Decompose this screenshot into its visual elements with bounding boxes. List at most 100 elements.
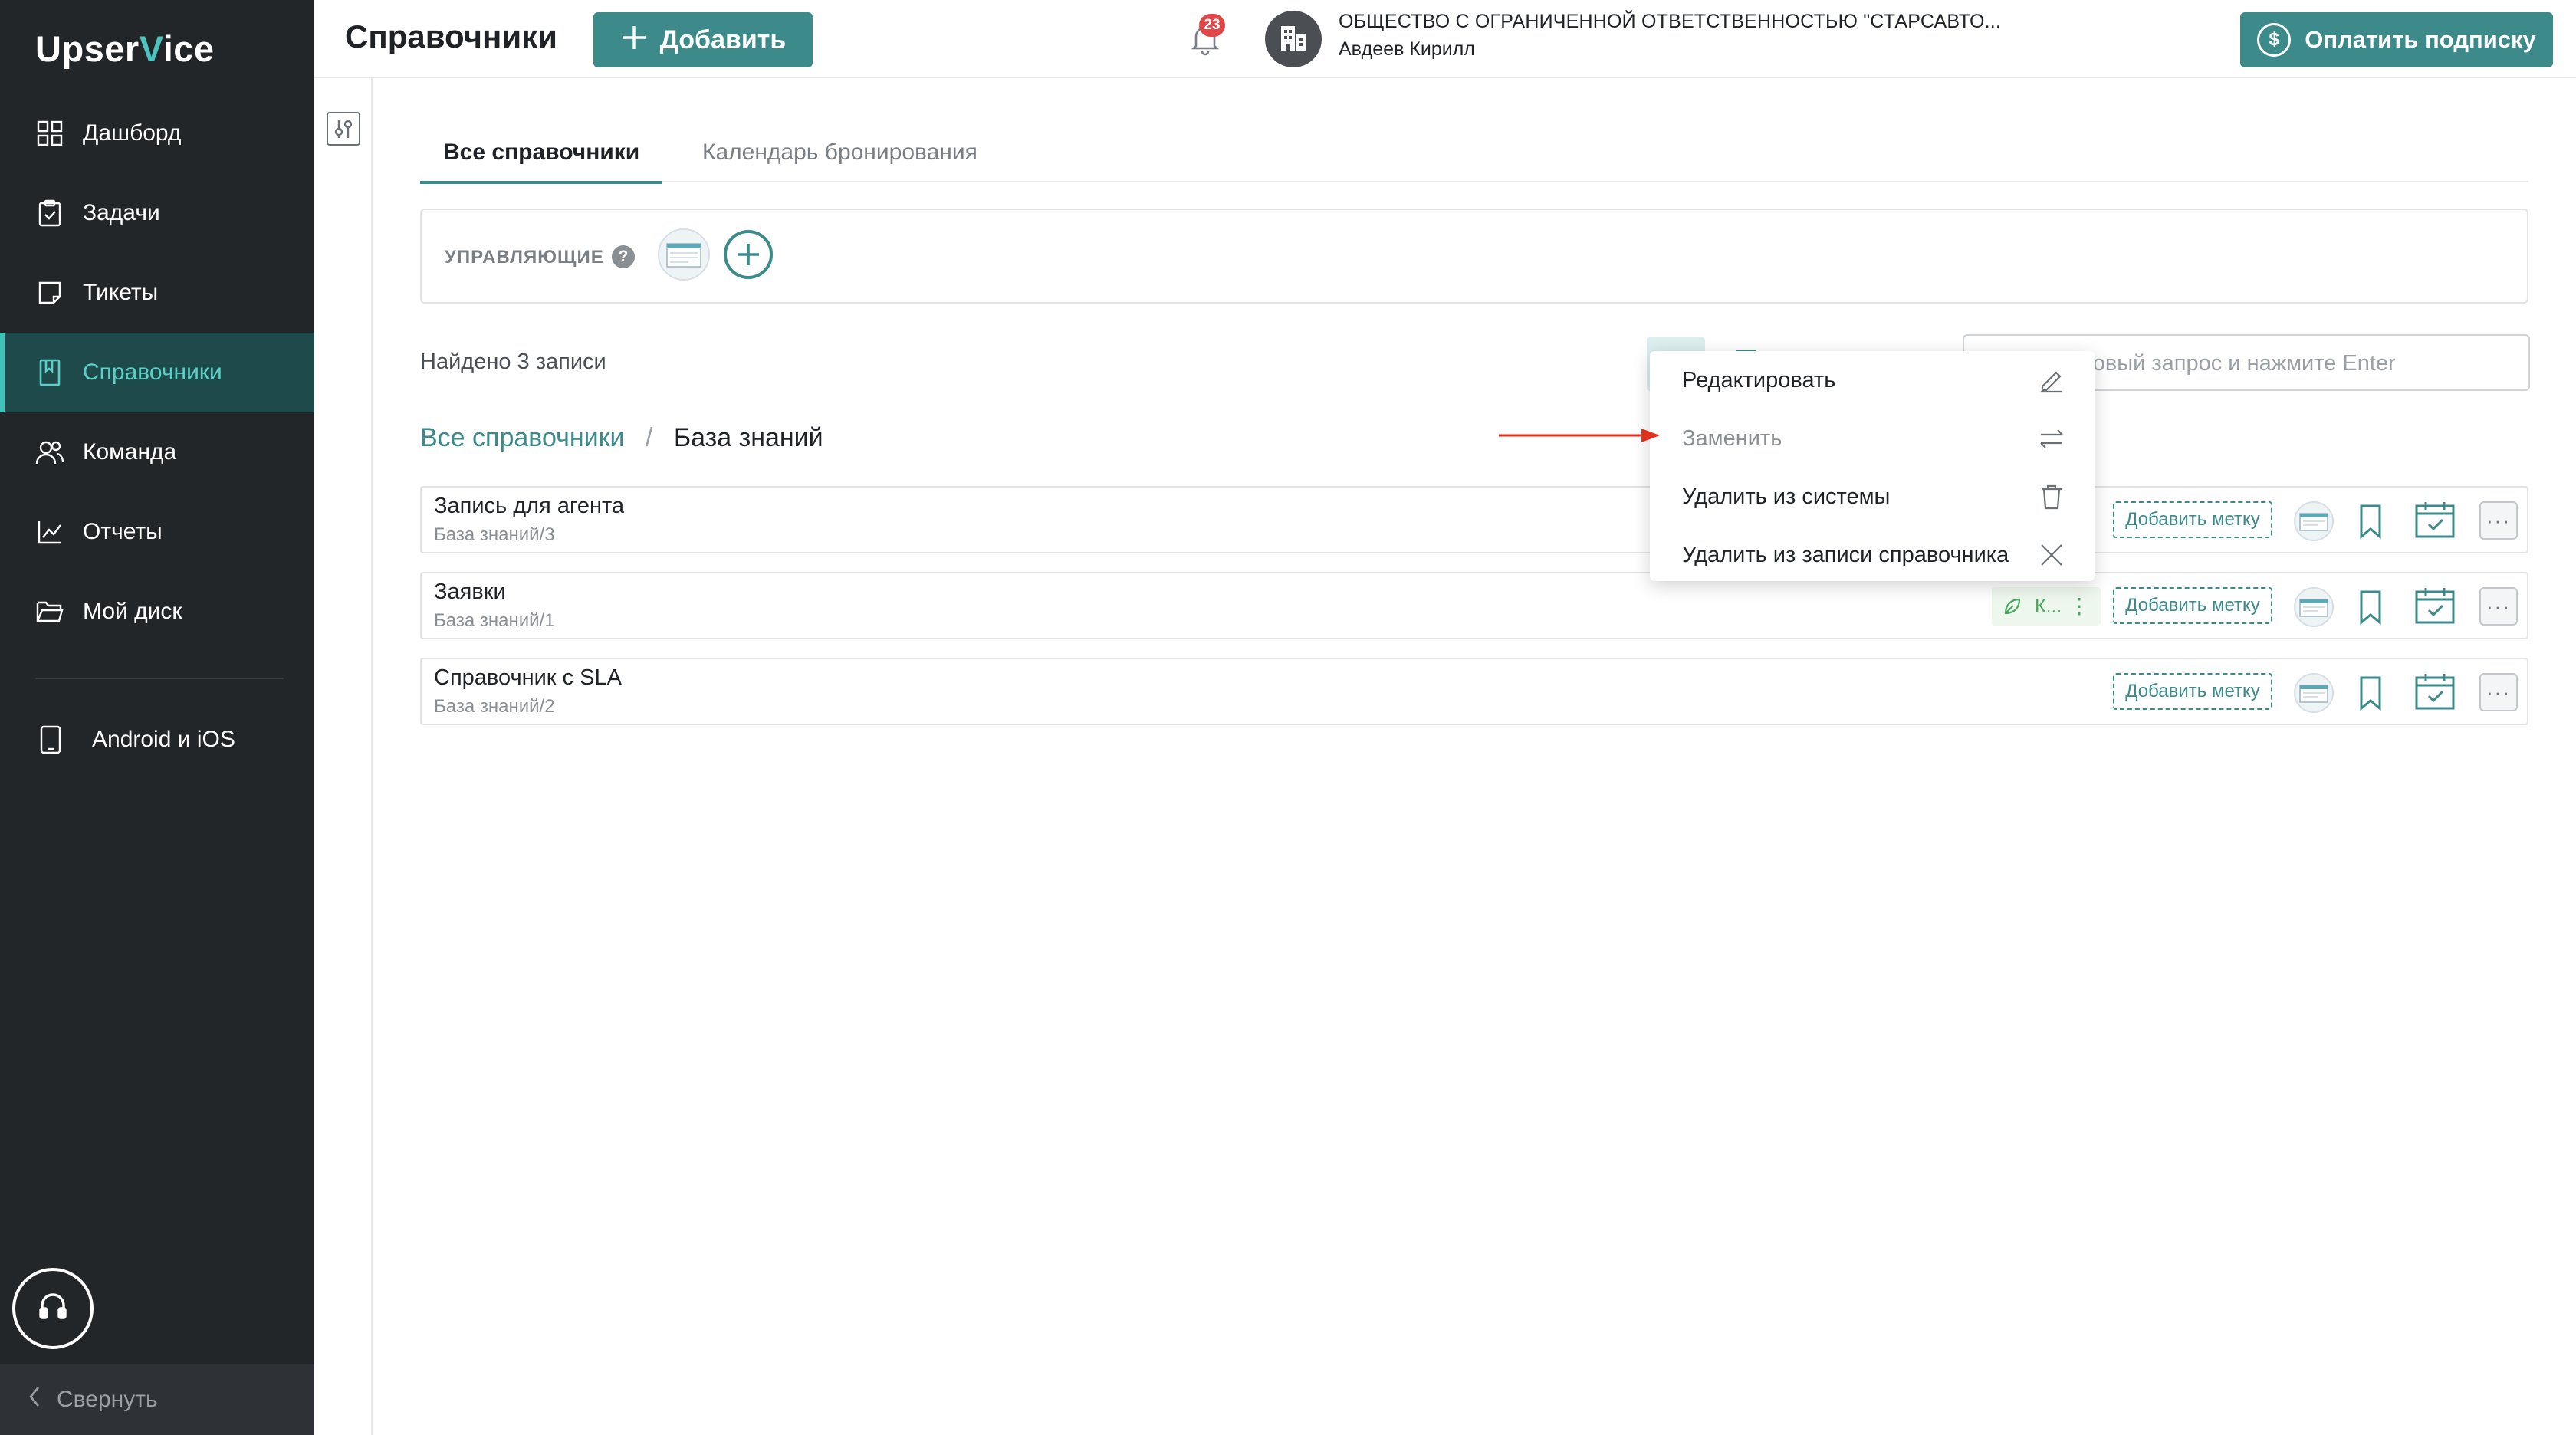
row-title[interactable]: Заявки bbox=[434, 580, 506, 605]
category-chip-label: К... bbox=[2035, 595, 2062, 617]
help-icon[interactable]: ? bbox=[612, 245, 635, 268]
sidebar-item-label: Дашборд bbox=[83, 120, 182, 146]
leaf-icon bbox=[2003, 596, 2022, 616]
filter-panel bbox=[314, 78, 373, 1435]
calendar-check-icon[interactable] bbox=[2413, 500, 2456, 540]
add-tag-button[interactable]: Добавить метку bbox=[2113, 673, 2272, 710]
collapse-sidebar-button[interactable]: Свернуть bbox=[0, 1364, 314, 1435]
table-row[interactable]: Заявки База знаний/1 К... ⋮ Добавить мет… bbox=[420, 572, 2528, 639]
add-manager-button[interactable] bbox=[724, 230, 773, 279]
sidebar-item-label: Задачи bbox=[83, 200, 160, 225]
directory-icon bbox=[35, 358, 64, 387]
menu-item-delete-record[interactable]: Удалить из записи справочника bbox=[1682, 532, 2065, 578]
managers-label: УПРАВЛЯЮЩИЕ bbox=[445, 247, 604, 268]
top-header: Справочники Добавить 23 ОБЩЕСТВО С ОГРАН… bbox=[314, 0, 2576, 78]
menu-item-edit[interactable]: Редактировать bbox=[1682, 357, 2065, 403]
swap-icon bbox=[2038, 425, 2065, 452]
menu-item-label: Удалить из записи справочника bbox=[1682, 542, 2009, 567]
more-actions-button[interactable]: ··· bbox=[2479, 501, 2518, 540]
table-row[interactable]: Запись для агента База знаний/3 Добавить… bbox=[420, 486, 2528, 553]
tab-booking-calendar[interactable]: Календарь бронирования bbox=[679, 140, 1001, 181]
breadcrumb-root-link[interactable]: Все справочники bbox=[420, 423, 624, 452]
add-tag-button[interactable]: Добавить метку bbox=[2113, 587, 2272, 624]
tasks-icon bbox=[35, 199, 64, 228]
mobile-apps-label: Android и iOS bbox=[92, 727, 235, 752]
notification-badge: 23 bbox=[1199, 14, 1225, 37]
add-button[interactable]: Добавить bbox=[593, 12, 813, 67]
menu-item-delete-system[interactable]: Удалить из системы bbox=[1682, 474, 2065, 520]
sidebar-nav: Дашборд Задачи Тикеты Справочники Команд… bbox=[0, 94, 314, 652]
assignee-avatar[interactable] bbox=[2294, 673, 2334, 713]
dashboard-icon bbox=[35, 119, 64, 148]
headset-icon bbox=[36, 1290, 70, 1328]
building-icon bbox=[1278, 23, 1309, 56]
team-icon bbox=[35, 438, 64, 467]
tab-all-directories[interactable]: Все справочники bbox=[420, 140, 663, 184]
page-title: Справочники bbox=[345, 18, 557, 54]
support-button[interactable] bbox=[12, 1268, 94, 1349]
category-chip[interactable]: К... ⋮ bbox=[1992, 587, 2101, 626]
calendar-check-icon[interactable] bbox=[2413, 586, 2456, 626]
calendar-check-icon[interactable] bbox=[2413, 672, 2456, 711]
breadcrumb-separator: / bbox=[645, 423, 653, 452]
pencil-icon bbox=[2038, 366, 2065, 394]
manager-avatar[interactable] bbox=[658, 228, 710, 281]
sidebar-item-mobile-apps[interactable]: Android и iOS bbox=[35, 713, 235, 767]
phone-icon bbox=[40, 725, 69, 754]
menu-item-label: Редактировать bbox=[1682, 367, 1836, 392]
folder-icon bbox=[35, 597, 64, 626]
managers-panel: УПРАВЛЯЮЩИЕ ? bbox=[420, 209, 2528, 304]
sidebar-item-team[interactable]: Команда bbox=[0, 412, 314, 492]
app-logo[interactable]: UpserVice bbox=[35, 28, 215, 70]
dollar-icon: $ bbox=[2257, 23, 2292, 57]
sidebar-item-tasks[interactable]: Задачи bbox=[0, 173, 314, 253]
trash-icon bbox=[2038, 483, 2065, 511]
organization-name[interactable]: ОБЩЕСТВО С ОГРАНИЧЕННОЙ ОТВЕТСТВЕННОСТЬЮ… bbox=[1339, 11, 2001, 33]
bookmark-icon[interactable] bbox=[2354, 589, 2387, 626]
annotation-arrow bbox=[1499, 426, 1663, 445]
tickets-icon bbox=[35, 278, 64, 307]
chevron-left-icon bbox=[28, 1386, 41, 1414]
row-title[interactable]: Справочник с SLA bbox=[434, 665, 622, 691]
bookmark-icon[interactable] bbox=[2354, 675, 2387, 711]
table-row[interactable]: Справочник с SLA База знаний/2 Добавить … bbox=[420, 658, 2528, 725]
organization-avatar[interactable] bbox=[1265, 11, 1322, 67]
context-menu: Редактировать Заменить Удалить из систем… bbox=[1650, 351, 2095, 581]
breadcrumb-current: База знаний bbox=[673, 423, 823, 452]
sidebar-item-directories[interactable]: Справочники bbox=[0, 333, 314, 412]
reports-icon bbox=[35, 517, 64, 547]
row-subtitle: База знаний/1 bbox=[434, 610, 555, 631]
add-button-label: Добавить bbox=[659, 25, 787, 54]
sidebar-item-label: Мой диск bbox=[83, 599, 182, 624]
logo-suffix: ice bbox=[163, 28, 215, 69]
sidebar-item-label: Команда bbox=[83, 439, 177, 465]
sidebar-item-disk[interactable]: Мой диск bbox=[0, 572, 314, 652]
chip-menu-icon[interactable]: ⋮ bbox=[2068, 593, 2090, 619]
pay-subscription-button[interactable]: $ Оплатить подписку bbox=[2240, 12, 2553, 67]
more-actions-button[interactable]: ··· bbox=[2479, 587, 2518, 626]
sidebar-item-dashboard[interactable]: Дашборд bbox=[0, 94, 314, 173]
assignee-avatar[interactable] bbox=[2294, 501, 2334, 541]
filter-toggle-button[interactable] bbox=[327, 112, 360, 146]
logo-prefix: Upser bbox=[35, 28, 140, 69]
sidebar-item-tickets[interactable]: Тикеты bbox=[0, 253, 314, 333]
sidebar-divider bbox=[35, 678, 284, 679]
sliders-icon bbox=[328, 120, 359, 147]
sidebar: UpserVice Дашборд Задачи Тикеты Справочн… bbox=[0, 0, 314, 1435]
row-title[interactable]: Запись для агента bbox=[434, 494, 624, 519]
more-actions-button[interactable]: ··· bbox=[2479, 673, 2518, 711]
assignee-avatar[interactable] bbox=[2294, 587, 2334, 627]
sidebar-item-reports[interactable]: Отчеты bbox=[0, 492, 314, 572]
sidebar-item-label: Справочники bbox=[83, 360, 222, 385]
menu-item-replace[interactable]: Заменить bbox=[1682, 415, 2065, 461]
row-subtitle: База знаний/2 bbox=[434, 696, 555, 717]
pay-subscription-label: Оплатить подписку bbox=[2305, 26, 2536, 53]
sidebar-item-label: Тикеты bbox=[83, 280, 159, 305]
add-tag-button[interactable]: Добавить метку bbox=[2113, 501, 2272, 538]
bookmark-icon[interactable] bbox=[2354, 503, 2387, 540]
menu-item-label: Удалить из системы bbox=[1682, 484, 1891, 509]
menu-item-label: Заменить bbox=[1682, 425, 1783, 451]
directory-tabs: Все справочники Календарь бронирования bbox=[420, 127, 2528, 184]
close-icon bbox=[2038, 541, 2065, 569]
results-count: Найдено 3 записи bbox=[420, 350, 606, 374]
